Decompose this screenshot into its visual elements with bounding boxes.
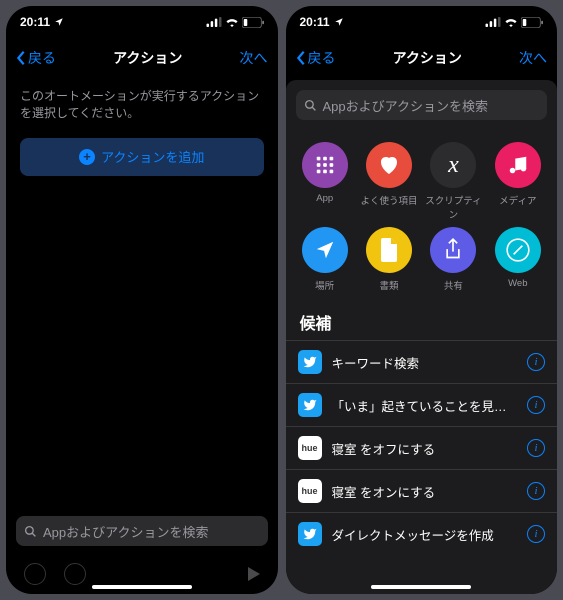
add-action-label: アクションを追加 [101, 147, 204, 166]
app-icon: hue [298, 479, 322, 503]
search-placeholder: Appおよびアクションを検索 [323, 96, 488, 115]
content-left: このオートメーションが実行するアクションを選択してください。 + アクションを追… [6, 78, 278, 594]
safari-icon [495, 227, 541, 273]
suggestion-label: 寝室 をオフにする [332, 439, 518, 458]
app-icon [298, 393, 322, 417]
category-grid: App よく使う項目 x スクリプティン メディア場所 書類 共有 Web [286, 130, 558, 302]
search-icon [24, 525, 37, 538]
back-button[interactable]: 戻る [16, 48, 56, 68]
signal-icon [485, 17, 501, 27]
category-safari[interactable]: Web [487, 227, 549, 292]
category-x[interactable]: x スクリプティン [422, 142, 484, 221]
action-sheet: Appおよびアクションを検索 App よく使う項目 x スクリプティン メディア場所 書類… [286, 80, 558, 594]
back-label: 戻る [308, 48, 336, 68]
suggestion-row[interactable]: ダイレクトメッセージを作成 i [286, 512, 558, 555]
phone-right: 20:11 戻る アクション 次へ Appおよびアクションを検索 App よく使う… [286, 6, 558, 594]
battery-icon [521, 17, 543, 28]
next-button[interactable]: 次へ [519, 48, 547, 68]
app-icon [298, 350, 322, 374]
category-label: 書類 [380, 278, 399, 292]
signal-icon [206, 17, 222, 27]
search-placeholder: Appおよびアクションを検索 [43, 522, 208, 541]
suggestion-label: 寝室 をオンにする [332, 482, 518, 501]
heart-icon [366, 142, 412, 188]
grid-icon [302, 142, 348, 188]
info-icon[interactable]: i [527, 482, 545, 500]
category-heart[interactable]: よく使う項目 [358, 142, 420, 221]
play-icon[interactable] [248, 567, 260, 581]
undo-icon[interactable] [24, 563, 46, 585]
category-share[interactable]: 共有 [422, 227, 484, 292]
search-input[interactable]: Appおよびアクションを検索 [296, 90, 548, 120]
category-music[interactable]: メディア [487, 142, 549, 221]
plus-icon: + [79, 149, 95, 165]
chevron-left-icon [16, 50, 26, 66]
phone-left: 20:11 戻る アクション 次へ このオートメーションが実行するアクションを選… [6, 6, 278, 594]
home-indicator[interactable] [371, 585, 471, 589]
doc-icon [366, 227, 412, 273]
wifi-icon [225, 17, 239, 27]
back-button[interactable]: 戻る [296, 48, 336, 68]
info-icon[interactable]: i [527, 525, 545, 543]
back-label: 戻る [28, 48, 56, 68]
category-label: メディア [499, 193, 536, 207]
suggestions-header: 候補 [286, 302, 558, 340]
category-label: Web [508, 278, 527, 289]
category-label: App [316, 193, 333, 204]
location-icon [334, 17, 344, 27]
instruction-text: このオートメーションが実行するアクションを選択してください。 [6, 78, 278, 136]
home-indicator[interactable] [92, 585, 192, 589]
nav-bar: 戻る アクション 次へ [6, 38, 278, 78]
status-bar: 20:11 [6, 6, 278, 38]
status-bar: 20:11 [286, 6, 558, 38]
category-label: スクリプティン [422, 193, 484, 221]
category-label: 共有 [444, 278, 463, 292]
nav-icon [302, 227, 348, 273]
category-doc[interactable]: 書類 [358, 227, 420, 292]
x-icon: x [430, 142, 476, 188]
suggestion-label: ダイレクトメッセージを作成 [332, 525, 518, 544]
search-input[interactable]: Appおよびアクションを検索 [16, 516, 268, 546]
info-icon[interactable]: i [527, 396, 545, 414]
add-action-button[interactable]: + アクションを追加 [20, 138, 264, 176]
share-icon [430, 227, 476, 273]
status-time: 20:11 [300, 15, 330, 29]
info-icon[interactable]: i [527, 353, 545, 371]
suggestion-row[interactable]: 「いま」起きていることを見つけよう i [286, 383, 558, 426]
battery-icon [242, 17, 264, 28]
category-grid[interactable]: App [294, 142, 356, 221]
chevron-left-icon [296, 50, 306, 66]
nav-bar: 戻る アクション 次へ [286, 38, 558, 78]
suggestion-row[interactable]: hue 寝室 をオンにする i [286, 469, 558, 512]
app-icon [298, 522, 322, 546]
next-button[interactable]: 次へ [240, 48, 268, 68]
music-icon [495, 142, 541, 188]
suggestions-list: キーワード検索i「いま」起きていることを見つけようihue寝室 をオフにするih… [286, 340, 558, 555]
suggestion-row[interactable]: キーワード検索 i [286, 340, 558, 383]
category-label: 場所 [315, 278, 334, 292]
status-time: 20:11 [20, 15, 50, 29]
category-label: よく使う項目 [361, 193, 418, 207]
app-icon: hue [298, 436, 322, 460]
location-icon [54, 17, 64, 27]
nav-title: アクション [113, 48, 182, 68]
redo-icon[interactable] [64, 563, 86, 585]
category-nav[interactable]: 場所 [294, 227, 356, 292]
wifi-icon [504, 17, 518, 27]
nav-title: アクション [393, 48, 462, 68]
search-icon [304, 99, 317, 112]
suggestion-label: キーワード検索 [332, 353, 518, 372]
suggestion-label: 「いま」起きていることを見つけよう [332, 396, 518, 415]
suggestion-row[interactable]: hue 寝室 をオフにする i [286, 426, 558, 469]
info-icon[interactable]: i [527, 439, 545, 457]
